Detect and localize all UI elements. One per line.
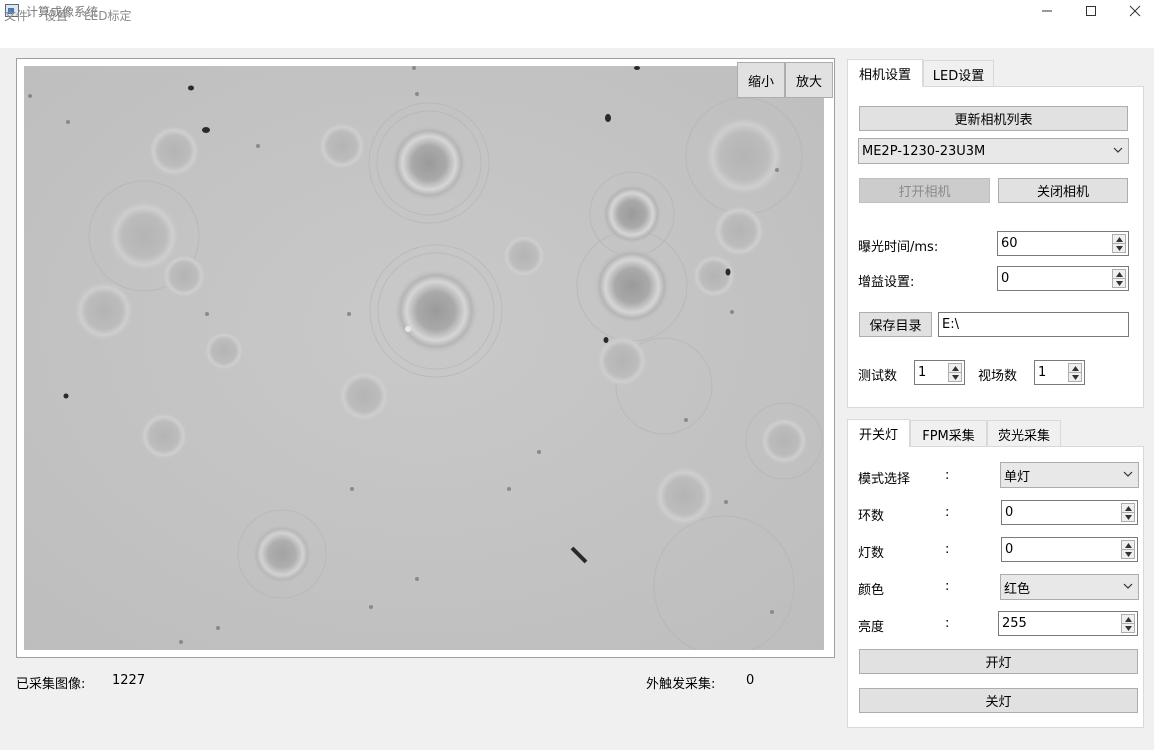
mode-label: 模式选择 <box>858 472 911 487</box>
mode-value: 单灯 <box>1004 469 1031 485</box>
chevron-down-icon <box>1113 147 1123 153</box>
lamp-count-label: 灯数 <box>858 546 885 561</box>
test-count-stepper[interactable] <box>948 363 962 382</box>
gain-label: 增益设置: <box>858 275 915 290</box>
lamp-count-stepper[interactable] <box>1121 540 1135 559</box>
title-bar <box>0 0 1154 22</box>
camera-image[interactable] <box>24 66 824 650</box>
ring-count-value: 0 <box>1005 505 1014 520</box>
stepper-up-icon[interactable] <box>1122 541 1134 549</box>
zoom-out-button[interactable]: 缩小 <box>737 62 785 98</box>
refresh-camera-list-button[interactable]: 更新相机列表 <box>859 106 1128 131</box>
mode-colon: : <box>945 468 950 483</box>
stepper-up-icon[interactable] <box>1113 235 1125 243</box>
menu-file[interactable]: 文件 <box>4 7 28 24</box>
chevron-down-icon <box>1123 583 1133 589</box>
ring-count-spinbox[interactable]: 0 <box>1001 500 1138 525</box>
captured-images-value: 1227 <box>112 673 146 688</box>
tab-fpm-capture[interactable]: FPM采集 <box>910 420 987 447</box>
close-icon <box>1129 5 1141 17</box>
mode-select[interactable]: 单灯 <box>1000 462 1139 488</box>
stepper-up-icon[interactable] <box>1113 270 1125 278</box>
led-off-button[interactable]: 关灯 <box>859 688 1138 713</box>
brightness-colon: : <box>945 616 950 631</box>
close-button[interactable] <box>1112 0 1154 22</box>
maximize-button[interactable] <box>1068 0 1114 22</box>
chevron-down-icon <box>1123 471 1133 477</box>
tab-fluorescence-capture[interactable]: 荧光采集 <box>987 420 1061 447</box>
exposure-time-value: 60 <box>1001 236 1018 251</box>
exposure-stepper[interactable] <box>1112 234 1126 253</box>
microscope-image <box>24 66 824 650</box>
captured-images-label: 已采集图像: <box>16 677 86 692</box>
save-directory-value: E:\ <box>942 317 959 332</box>
fov-count-value: 1 <box>1038 365 1047 380</box>
color-colon: : <box>945 579 950 594</box>
stepper-down-icon[interactable] <box>1069 372 1081 381</box>
brightness-value: 255 <box>1002 616 1027 631</box>
maximize-icon <box>1086 6 1096 16</box>
tab-led-settings[interactable]: LED设置 <box>923 60 994 87</box>
brightness-spinbox[interactable]: 255 <box>998 611 1138 636</box>
test-count-spinbox[interactable]: 1 <box>914 360 965 385</box>
brightness-stepper[interactable] <box>1121 614 1135 633</box>
test-count-label: 测试数 <box>858 369 898 384</box>
stepper-down-icon[interactable] <box>1113 278 1125 287</box>
camera-model-value: ME2P-1230-23U3M <box>862 143 986 159</box>
save-directory-button[interactable]: 保存目录 <box>859 312 932 337</box>
external-trigger-label: 外触发采集: <box>646 677 716 692</box>
gain-stepper[interactable] <box>1112 269 1126 288</box>
camera-model-select[interactable]: ME2P-1230-23U3M <box>858 138 1129 164</box>
fov-count-stepper[interactable] <box>1068 363 1082 382</box>
stepper-down-icon[interactable] <box>1122 623 1134 632</box>
open-camera-button[interactable]: 打开相机 <box>859 178 990 203</box>
lamp-count-value: 0 <box>1005 542 1014 557</box>
led-on-button[interactable]: 开灯 <box>859 649 1138 674</box>
ring-colon: : <box>945 505 950 520</box>
fov-count-label: 视场数 <box>978 369 1018 384</box>
stepper-up-icon[interactable] <box>1069 364 1081 372</box>
stepper-down-icon[interactable] <box>949 372 961 381</box>
exposure-time-label: 曝光时间/ms: <box>858 240 939 255</box>
menu-led-calibration[interactable]: LED标定 <box>84 7 132 24</box>
minimize-icon <box>1042 10 1052 12</box>
save-directory-field[interactable]: E:\ <box>938 312 1129 337</box>
stepper-down-icon[interactable] <box>1122 549 1134 558</box>
zoom-in-button[interactable]: 放大 <box>785 62 833 98</box>
ring-count-label: 环数 <box>858 509 885 524</box>
test-count-value: 1 <box>918 365 927 380</box>
lamp-colon: : <box>945 542 950 557</box>
color-label: 颜色 <box>858 583 885 598</box>
fov-count-spinbox[interactable]: 1 <box>1034 360 1085 385</box>
external-trigger-value: 0 <box>746 673 755 688</box>
color-select[interactable]: 红色 <box>1000 574 1139 600</box>
tab-camera-settings[interactable]: 相机设置 <box>847 59 923 87</box>
minimize-button[interactable] <box>1024 0 1070 22</box>
stepper-down-icon[interactable] <box>1122 512 1134 521</box>
menu-bar <box>0 22 1154 48</box>
stepper-up-icon[interactable] <box>1122 504 1134 512</box>
ring-count-stepper[interactable] <box>1121 503 1135 522</box>
stepper-up-icon[interactable] <box>949 364 961 372</box>
stepper-up-icon[interactable] <box>1122 615 1134 623</box>
stepper-down-icon[interactable] <box>1113 243 1125 252</box>
lamp-count-spinbox[interactable]: 0 <box>1001 537 1138 562</box>
color-value: 红色 <box>1004 581 1031 597</box>
menu-settings[interactable]: 设置 <box>44 7 68 24</box>
close-camera-button[interactable]: 关闭相机 <box>998 178 1128 203</box>
gain-value: 0 <box>1001 271 1010 286</box>
brightness-label: 亮度 <box>858 620 885 635</box>
exposure-time-spinbox[interactable]: 60 <box>997 231 1129 256</box>
gain-spinbox[interactable]: 0 <box>997 266 1129 291</box>
tab-led-switch[interactable]: 开关灯 <box>847 419 910 447</box>
